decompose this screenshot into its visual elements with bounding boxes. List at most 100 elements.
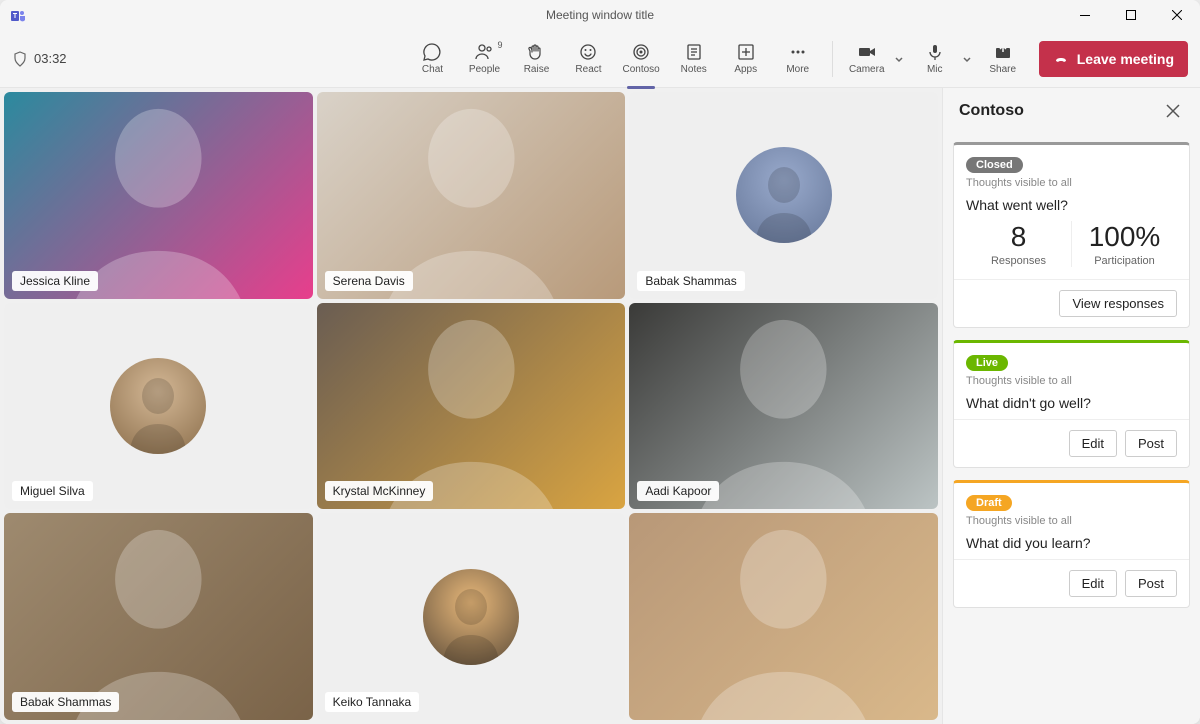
stat-value: 100% — [1072, 221, 1177, 253]
post-button[interactable]: Post — [1125, 430, 1177, 457]
raise-hand-button[interactable]: Raise — [512, 38, 560, 79]
mic-options-button[interactable] — [959, 37, 975, 81]
minimize-button[interactable] — [1062, 0, 1108, 30]
raise-hand-icon — [526, 42, 546, 62]
stat: 8 Responses — [966, 221, 1071, 267]
stat: 100% Participation — [1071, 221, 1177, 267]
contoso-icon — [631, 42, 651, 62]
participant-video — [317, 303, 626, 510]
people-icon — [474, 42, 494, 62]
notes-icon — [684, 42, 704, 62]
window-title: Meeting window title — [546, 8, 654, 22]
titlebar: Meeting window title — [0, 0, 1200, 30]
stat-label: Responses — [966, 255, 1071, 267]
mic-button[interactable]: Mic — [911, 38, 959, 79]
participant-video — [317, 92, 626, 299]
leave-meeting-button[interactable]: Leave meeting — [1039, 41, 1188, 77]
card-stats: 8 Responses100% Participation — [966, 221, 1177, 267]
card-actions: View responses — [954, 279, 1189, 327]
meeting-timer: 03:32 — [12, 51, 67, 67]
participant-tile[interactable]: Jessica Kline — [4, 92, 313, 299]
more-button[interactable]: More — [774, 38, 822, 79]
poll-card: Closed Thoughts visible to all What went w… — [953, 142, 1190, 328]
card-subtitle: Thoughts visible to all — [966, 177, 1177, 189]
edit-button[interactable]: Edit — [1069, 430, 1117, 457]
card-subtitle: Thoughts visible to all — [966, 375, 1177, 387]
participant-name-tag: Babak Shammas — [637, 271, 744, 291]
leave-icon — [1053, 51, 1069, 67]
maximize-button[interactable] — [1108, 0, 1154, 30]
camera-options-button[interactable] — [891, 37, 907, 81]
status-badge: Live — [966, 355, 1008, 371]
post-button[interactable]: Post — [1125, 570, 1177, 597]
stat-label: Participation — [1072, 255, 1177, 267]
mic-icon — [925, 42, 945, 62]
card-actions: Edit Post — [954, 419, 1189, 467]
timer-text: 03:32 — [34, 51, 67, 66]
react-button[interactable]: React — [564, 38, 612, 79]
chat-button[interactable]: Chat — [408, 38, 456, 79]
contoso-app-button[interactable]: Contoso — [616, 38, 665, 79]
status-badge: Closed — [966, 157, 1023, 173]
content-area: Jessica Kline Serena Davis Babak Shammas Mi… — [0, 88, 1200, 724]
stat-value: 8 — [966, 221, 1071, 253]
apps-button[interactable]: Apps — [722, 38, 770, 79]
chat-icon — [422, 42, 442, 62]
participant-video — [629, 303, 938, 510]
card-subtitle: Thoughts visible to all — [966, 515, 1177, 527]
poll-card: Live Thoughts visible to all What didn't g… — [953, 340, 1190, 468]
panel-header: Contoso — [943, 88, 1200, 134]
meeting-toolbar: 03:32 Chat 9 People Raise React — [0, 30, 1200, 88]
card-question: What went well? — [966, 197, 1177, 213]
apps-icon — [736, 42, 756, 62]
share-icon — [993, 42, 1013, 62]
more-icon — [788, 42, 808, 62]
participant-tile[interactable]: Babak Shammas — [4, 513, 313, 720]
video-grid: Jessica Kline Serena Davis Babak Shammas Mi… — [0, 88, 942, 724]
participant-video — [629, 513, 938, 720]
participant-avatar — [423, 569, 519, 665]
card-question: What didn't go well? — [966, 395, 1177, 411]
participant-name-tag: Aadi Kapoor — [637, 481, 719, 501]
poll-card: Draft Thoughts visible to all What did you… — [953, 480, 1190, 608]
panel-close-button[interactable] — [1162, 100, 1184, 122]
card-actions: Edit Post — [954, 559, 1189, 607]
participant-tile[interactable]: Miguel Silva — [4, 303, 313, 510]
toolbar-divider — [832, 41, 833, 77]
participant-name-tag: Krystal McKinney — [325, 481, 434, 501]
participant-name-tag: Babak Shammas — [12, 692, 119, 712]
participant-tile[interactable]: Keiko Tannaka — [317, 513, 626, 720]
meeting-window: Meeting window title 03:32 Chat 9 People — [0, 0, 1200, 724]
participant-name-tag: Keiko Tannaka — [325, 692, 420, 712]
camera-icon — [857, 42, 877, 62]
participant-name-tag: Miguel Silva — [12, 481, 93, 501]
participant-name-tag: Serena Davis — [325, 271, 413, 291]
camera-button[interactable]: Camera — [843, 38, 891, 79]
side-panel: Contoso Closed Thoughts visible to all Wha… — [942, 88, 1200, 724]
participant-video — [4, 513, 313, 720]
participant-tile[interactable]: Babak Shammas — [629, 92, 938, 299]
people-button[interactable]: 9 People — [460, 38, 508, 79]
status-badge: Draft — [966, 495, 1012, 511]
shield-icon — [12, 51, 28, 67]
participant-tile[interactable]: Aadi Kapoor — [629, 303, 938, 510]
react-icon — [578, 42, 598, 62]
notes-button[interactable]: Notes — [670, 38, 718, 79]
window-controls — [1062, 0, 1200, 30]
panel-title: Contoso — [959, 102, 1024, 120]
participant-tile[interactable]: Serena Davis — [317, 92, 626, 299]
card-question: What did you learn? — [966, 535, 1177, 551]
participant-avatar — [736, 147, 832, 243]
panel-body: Closed Thoughts visible to all What went w… — [943, 134, 1200, 616]
participant-video — [4, 92, 313, 299]
share-button[interactable]: Share — [979, 38, 1027, 79]
teams-logo-icon — [10, 8, 26, 24]
participant-tile[interactable]: Krystal McKinney — [317, 303, 626, 510]
view-responses-button[interactable]: View responses — [1059, 290, 1177, 317]
edit-button[interactable]: Edit — [1069, 570, 1117, 597]
participant-name-tag: Jessica Kline — [12, 271, 98, 291]
participant-avatar — [110, 358, 206, 454]
participant-tile[interactable] — [629, 513, 938, 720]
people-count: 9 — [497, 40, 502, 50]
close-button[interactable] — [1154, 0, 1200, 30]
